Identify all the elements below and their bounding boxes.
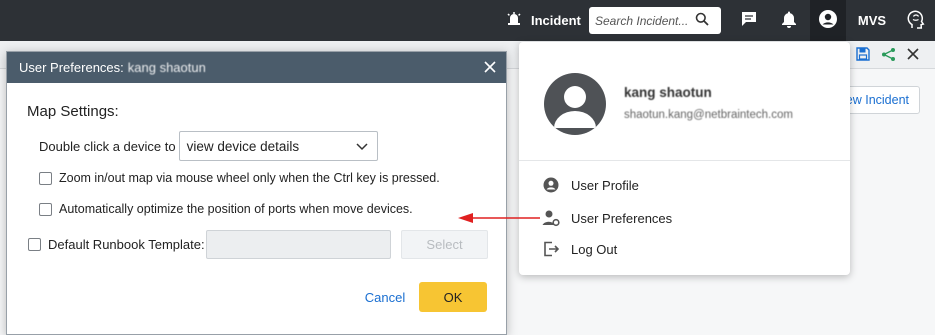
chevron-down-icon [356, 139, 368, 154]
dialog-title: User Preferences: [19, 60, 124, 75]
incident-search-box[interactable] [589, 7, 721, 34]
zoom-ctrl-label: Zoom in/out map via mouse wheel only whe… [59, 171, 440, 185]
search-icon[interactable] [695, 12, 709, 29]
dialog-title-user: kang shaotun [127, 60, 206, 75]
zoom-ctrl-option[interactable]: Zoom in/out map via mouse wheel only whe… [39, 171, 440, 185]
menu-item-label: User Profile [571, 177, 639, 193]
runbook-template-option[interactable]: Default Runbook Template: [28, 237, 205, 252]
background-toolbar-tools [855, 46, 921, 62]
profile-name: kang shaotun [624, 85, 712, 100]
brain-icon [904, 7, 928, 34]
optimize-ports-label: Automatically optimize the position of p… [59, 202, 413, 216]
cancel-button[interactable]: Cancel [357, 283, 413, 311]
menu-item-label: Log Out [571, 241, 618, 257]
avatar [544, 73, 606, 135]
chat-icon [740, 10, 758, 31]
bell-icon [781, 10, 797, 31]
user-circle-icon [541, 177, 561, 193]
user-initials[interactable]: MVS [852, 0, 892, 41]
runbook-template-input [206, 230, 391, 259]
top-navigation-bar: Incident MVS [0, 0, 935, 41]
runbook-select-button: Select [401, 230, 488, 259]
save-icon[interactable] [855, 46, 871, 62]
profile-email: shaotun.kang@netbraintech.com [624, 109, 793, 121]
double-click-action-select[interactable]: view device details [178, 131, 378, 161]
zoom-ctrl-checkbox[interactable] [39, 171, 52, 185]
user-dropdown-menu: kang shaotun shaotun.kang@netbraintech.c… [519, 42, 850, 275]
ok-button[interactable]: OK [419, 282, 487, 312]
share-icon[interactable] [880, 46, 896, 62]
menu-item-user-preferences[interactable]: User Preferences [541, 209, 672, 227]
user-icon [818, 9, 838, 32]
double-click-setting: Double click a device to view device det… [39, 131, 378, 161]
optimize-ports-option[interactable]: Automatically optimize the position of p… [39, 202, 413, 216]
incident-button[interactable]: Incident [505, 0, 587, 41]
dialog-close-button[interactable] [482, 59, 498, 75]
user-preferences-dialog: User Preferences: kang shaotun Map Setti… [6, 51, 507, 335]
user-menu-button[interactable] [810, 0, 846, 41]
chat-button[interactable] [731, 0, 767, 41]
double-click-selected-value: view device details [186, 138, 300, 154]
close-icon[interactable] [905, 46, 921, 62]
incident-search-input[interactable] [595, 13, 691, 28]
menu-item-log-out[interactable]: Log Out [541, 241, 617, 257]
map-settings-title: Map Settings: [27, 103, 119, 120]
menu-divider [519, 160, 850, 161]
runbook-template-checkbox[interactable] [28, 238, 41, 251]
notifications-button[interactable] [771, 0, 807, 41]
runbook-template-label: Default Runbook Template: [48, 237, 205, 252]
dialog-header: User Preferences: kang shaotun [7, 52, 506, 83]
ai-assistant-button[interactable] [898, 0, 934, 41]
close-icon [484, 61, 496, 73]
menu-item-label: User Preferences [571, 210, 673, 226]
optimize-ports-checkbox[interactable] [39, 202, 52, 216]
logout-icon [541, 241, 561, 257]
incident-label: Incident [531, 13, 581, 28]
double-click-label: Double click a device to [39, 138, 176, 154]
new-incident-button[interactable]: iew Incident [838, 86, 920, 114]
incident-icon [505, 10, 523, 31]
annotation-arrow [458, 213, 540, 223]
menu-item-user-profile[interactable]: User Profile [541, 177, 639, 193]
